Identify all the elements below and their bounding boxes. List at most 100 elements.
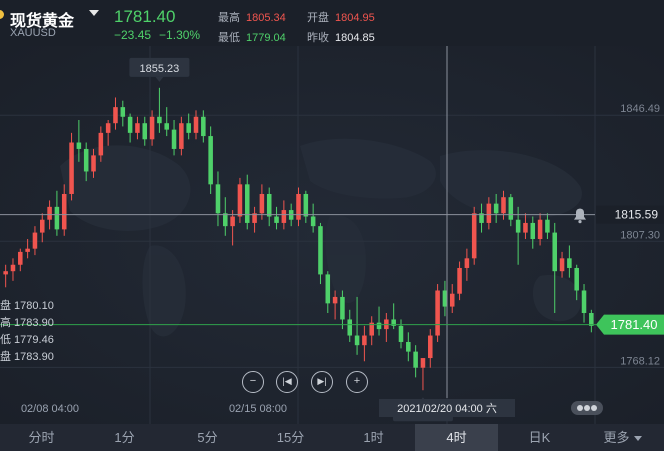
candle-body (164, 123, 169, 130)
quote-app: 现货黄金 XAUUSD 1781.40 −23.45 −1.30% 最高 1805.… (0, 0, 664, 451)
candle-body (457, 267, 462, 294)
stat-high: 最高 1805.34 (218, 12, 286, 24)
candle-body (340, 296, 345, 320)
candle-body (303, 193, 309, 217)
candle-body (537, 219, 543, 240)
candle-body (98, 132, 104, 156)
tab-1hour[interactable]: 1时 (332, 424, 415, 451)
indicator-toggle-button[interactable] (571, 401, 603, 415)
dot-icon (584, 405, 590, 411)
change-value: −23.45 (114, 28, 152, 42)
candle-body (149, 116, 155, 140)
last-price-label: 1781.40 (611, 317, 658, 332)
tab-1min[interactable]: 1分 (83, 424, 166, 451)
ohlc-open: 盘 1780.10 (0, 300, 54, 312)
stat-low: 最低 1779.04 (218, 32, 286, 44)
candle-body (501, 197, 506, 214)
ohlc-low: 低 1779.46 (0, 334, 54, 346)
change-percent: −1.30% (159, 28, 201, 42)
candle-body (420, 358, 426, 368)
tab-4hour[interactable]: 4时 (415, 424, 498, 451)
candle-body (171, 129, 177, 149)
next-button[interactable]: ▶| (311, 371, 333, 393)
candle-body (127, 116, 133, 133)
tab-fenshi[interactable]: 分时 (0, 424, 83, 451)
candle-body (530, 222, 536, 240)
candle-body (215, 184, 221, 214)
candle-body (406, 341, 411, 352)
candle-body (39, 219, 45, 233)
crosshair-time-label: 2021/02/20 04:00 六 (397, 402, 497, 415)
tab-more-label: 更多 (603, 430, 630, 445)
candle-body (120, 107, 126, 117)
candle-body (61, 193, 67, 230)
gold-icon (0, 10, 4, 19)
candle-body (91, 155, 96, 172)
zoom-out-button[interactable]: − (242, 371, 264, 393)
candle-body (581, 290, 587, 314)
candle-body (142, 123, 148, 140)
ohlc-close: 盘 1783.90 (0, 351, 54, 363)
plus-icon: + (353, 375, 361, 387)
candlestick-chart[interactable]: 1846.49 1807.30 1768.12 02/08 04:00 02/15 08… (0, 46, 664, 424)
candle-body (135, 123, 140, 133)
tab-more[interactable]: 更多 (581, 424, 664, 451)
skip-next-icon: ▶| (317, 376, 327, 386)
candle-body (413, 351, 418, 368)
period-tabs: 分时 1分 5分 15分 1时 4时 日K 更多 (0, 424, 664, 451)
chevron-down-icon (633, 436, 642, 442)
candle-body (428, 335, 433, 359)
x-tick-label: 02/15 08:00 (229, 403, 287, 415)
candle-body (559, 258, 565, 272)
candle-body (157, 116, 162, 124)
candle-body (244, 184, 250, 223)
stat-open: 开盘 1804.95 (307, 12, 375, 24)
candle-body (493, 203, 499, 214)
y-tick-label: 1807.30 (620, 229, 660, 241)
tab-daily[interactable]: 日K (498, 424, 581, 451)
candle-body (259, 193, 265, 214)
candle-body (376, 322, 382, 330)
candle-body (47, 206, 52, 220)
candle-body (332, 296, 338, 304)
candle-body (193, 116, 199, 133)
candle-body (310, 216, 316, 227)
price-change: −23.45 −1.30% (114, 28, 208, 42)
candle-body (567, 258, 572, 268)
tab-5min[interactable]: 5分 (166, 424, 249, 451)
candle-body (223, 213, 228, 227)
skip-prev-icon: |◀ (282, 376, 292, 386)
candle-body (508, 197, 514, 220)
current-price: 1781.40 (114, 7, 176, 26)
zoom-in-button[interactable]: + (346, 371, 368, 393)
candle-body (471, 213, 477, 259)
candle-body (325, 274, 331, 304)
dot-icon (577, 405, 583, 411)
candle-body (186, 123, 191, 133)
candle-body (281, 210, 287, 223)
candle-body (545, 219, 550, 233)
candle-body (25, 248, 30, 252)
candle-body (230, 216, 235, 227)
y-tick-label: 1768.12 (620, 355, 660, 367)
candle-body (523, 222, 528, 233)
candle-body (54, 206, 60, 230)
candle-body (69, 142, 74, 194)
candle-body (464, 258, 470, 268)
candle-body (274, 216, 279, 223)
instrument-code: XAUUSD (10, 27, 56, 39)
tab-15min[interactable]: 15分 (249, 424, 332, 451)
candle-body (208, 136, 213, 185)
chevron-down-icon[interactable] (89, 10, 99, 16)
candle-body (113, 107, 118, 124)
candle-body (3, 271, 8, 275)
ohlc-high: 高 1783.90 (0, 317, 54, 329)
candle-body (105, 123, 111, 133)
crosshair-price-label: 1815.59 (615, 208, 659, 222)
candle-body (318, 226, 323, 275)
candle-body (354, 335, 360, 346)
candle-body (486, 203, 492, 223)
prev-button[interactable]: |◀ (276, 371, 298, 393)
candle-body (18, 251, 23, 265)
y-tick-label: 1846.49 (620, 103, 660, 115)
